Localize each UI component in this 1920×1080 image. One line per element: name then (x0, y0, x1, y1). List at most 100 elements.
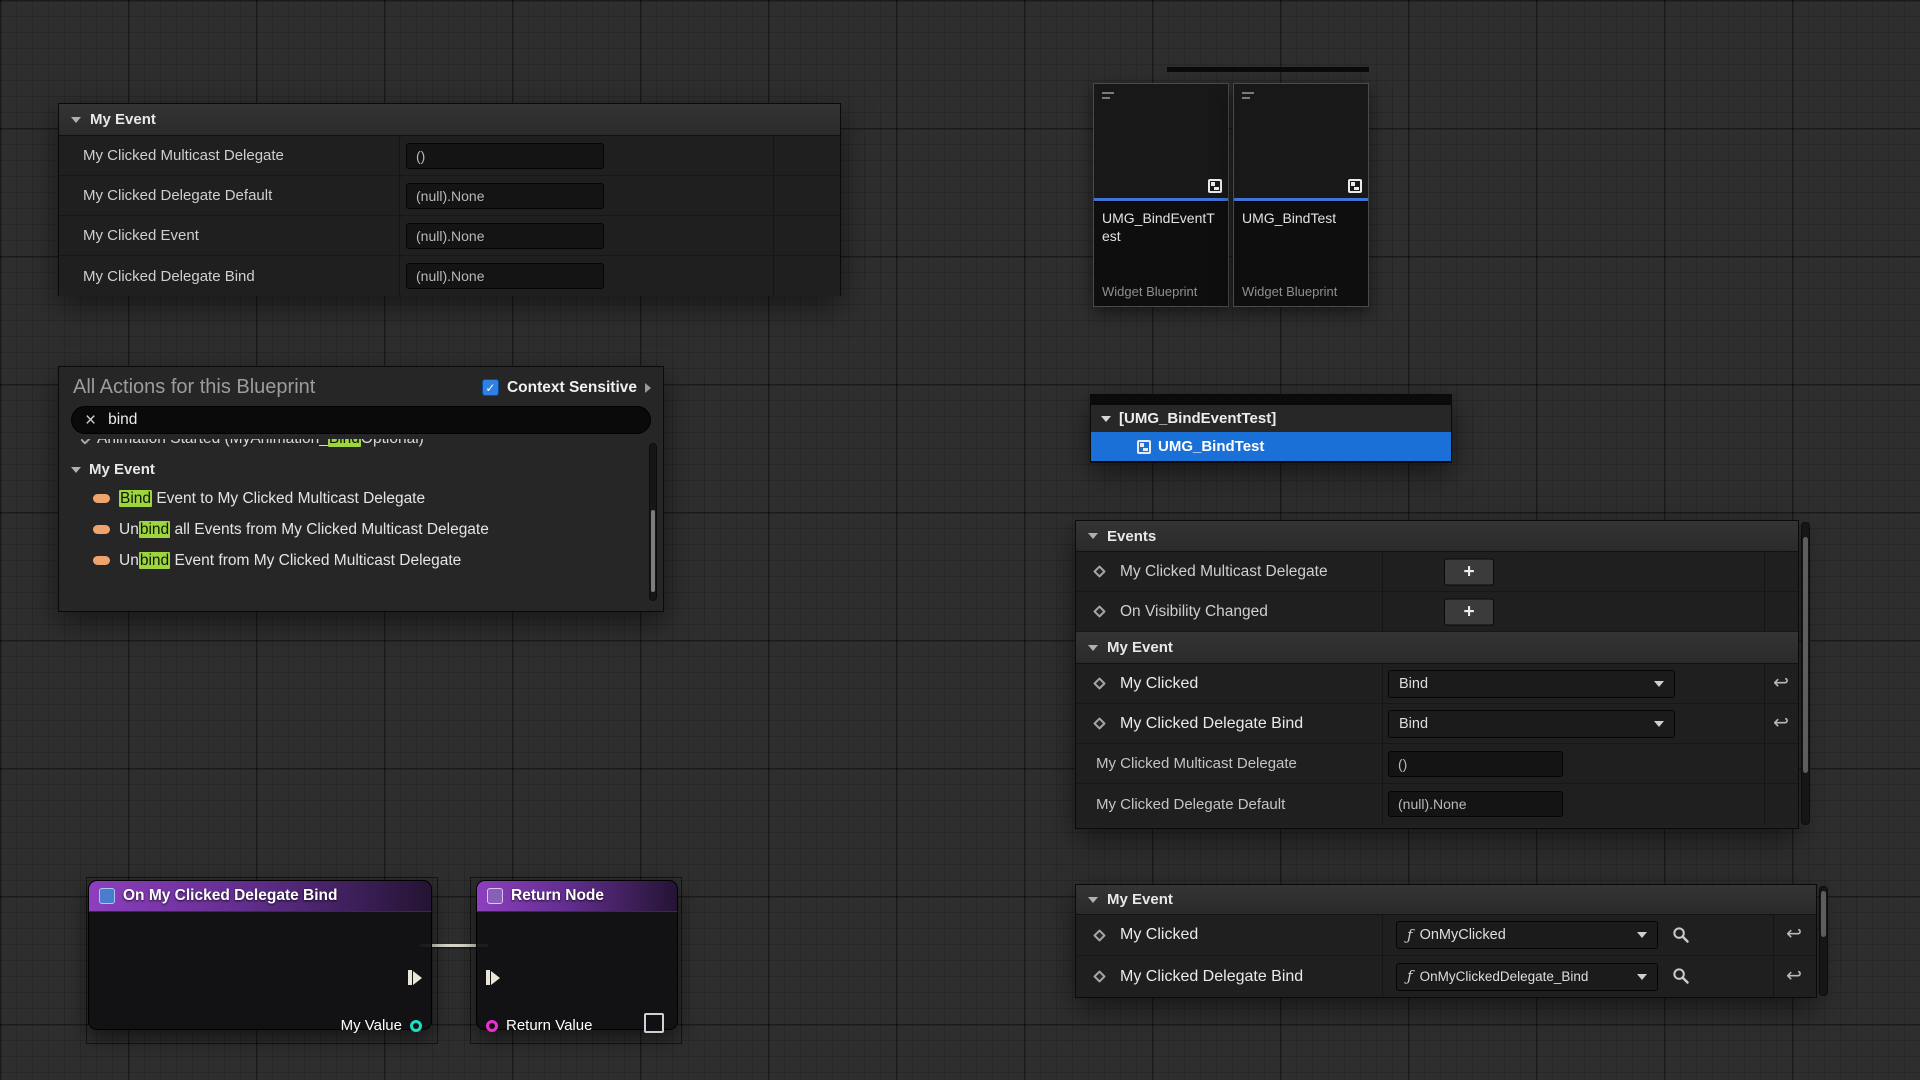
details-panel-bound-functions: My Event My Clicked ƒ OnMyClicked ↩ My C… (1075, 884, 1817, 998)
clipped-list-item[interactable]: Animation Started (MyAnimation_BindOptio… (81, 439, 663, 455)
exec-output-pin[interactable] (408, 970, 422, 985)
value-text: () (1398, 756, 1407, 772)
chevron-down-icon (1654, 681, 1664, 687)
collapse-arrow-icon (71, 467, 81, 473)
column-divider (1382, 664, 1383, 703)
value-input[interactable]: () (406, 143, 604, 169)
asset-name: UMG_BindTest (1234, 202, 1368, 227)
scrollbar[interactable] (1819, 886, 1828, 996)
category-label: My Event (89, 461, 155, 478)
scrollbar-thumb[interactable] (651, 510, 655, 592)
column-divider (1764, 744, 1765, 783)
value-input[interactable]: (null).None (406, 223, 604, 249)
column-divider (1764, 704, 1765, 743)
actions-menu-title: All Actions for this Blueprint (73, 376, 315, 399)
output-pin-my-value[interactable]: My Value (341, 1017, 422, 1034)
column-divider (399, 256, 400, 296)
category-header-my-event[interactable]: My Event (1076, 885, 1816, 915)
value-text: (null).None (416, 268, 484, 284)
property-label: My Clicked Delegate Default (83, 187, 272, 204)
search-icon[interactable] (1672, 926, 1690, 944)
value-input[interactable]: () (1388, 751, 1563, 777)
column-divider (1764, 552, 1765, 591)
column-divider (1382, 552, 1383, 591)
delegate-icon (93, 525, 110, 534)
event-row: On Visibility Changed + (1076, 592, 1798, 632)
check-icon: ✓ (485, 381, 495, 395)
reset-to-default-icon[interactable]: ↩ (1773, 713, 1789, 732)
action-item[interactable]: Bind Event to My Clicked Multicast Deleg… (59, 483, 663, 514)
dropdown-value: Bind (1399, 716, 1428, 732)
widget-hierarchy-panel: [UMG_BindEventTest] UMG_BindTest (1090, 394, 1452, 463)
delegate-icon (93, 494, 110, 503)
scrollbar[interactable] (649, 443, 657, 601)
category-header-events[interactable]: Events (1076, 521, 1798, 552)
node-body: Return Value (476, 911, 678, 1030)
chevron-down-icon (1637, 932, 1647, 938)
actions-list: Animation Started (MyAnimation_BindOptio… (59, 439, 663, 576)
category-label: Events (1107, 528, 1156, 545)
clear-search-icon[interactable]: × (85, 411, 96, 430)
event-row: My Clicked Multicast Delegate + (1076, 552, 1798, 592)
column-divider (1382, 784, 1383, 824)
event-pin-icon (1093, 677, 1106, 690)
hierarchy-root-row[interactable]: [UMG_BindEventTest] (1091, 405, 1451, 432)
node-on-my-clicked-delegate-bind[interactable]: On My Clicked Delegate Bind My Value (88, 880, 432, 1030)
exec-input-pin[interactable] (486, 970, 500, 985)
category-header-my-event[interactable]: My Event (59, 104, 840, 136)
column-divider (1382, 592, 1383, 631)
value-input[interactable]: (null).None (406, 263, 604, 289)
add-event-button[interactable]: + (1444, 598, 1494, 625)
checkbox-checked-icon[interactable]: ✓ (482, 379, 499, 396)
value-input[interactable]: (null).None (1388, 791, 1563, 817)
property-row: My Clicked Delegate Default (null).None (1076, 784, 1798, 824)
collapse-arrow-icon (1088, 533, 1098, 539)
bind-dropdown[interactable]: Bind (1388, 710, 1675, 738)
scrollbar-thumb[interactable] (1803, 537, 1808, 773)
bind-dropdown[interactable]: Bind (1388, 670, 1675, 698)
reset-to-default-icon[interactable]: ↩ (1773, 673, 1789, 692)
actions-category-my-event[interactable]: My Event (59, 455, 663, 483)
search-icon[interactable] (1672, 967, 1690, 985)
reset-to-default-icon[interactable]: ↩ (1786, 966, 1802, 985)
event-label: On Visibility Changed (1120, 603, 1268, 621)
value-text: (null).None (416, 228, 484, 244)
category-header-my-event[interactable]: My Event (1076, 632, 1798, 664)
node-header: Return Node (476, 880, 678, 911)
column-divider (1382, 704, 1383, 743)
bound-function-row: My Clicked ƒ OnMyClicked ↩ (1076, 915, 1816, 956)
input-pin-return-value[interactable]: Return Value (486, 1017, 592, 1034)
pin-label: My Value (341, 1017, 402, 1034)
collapse-arrow-icon (71, 117, 81, 123)
scrollbar-thumb[interactable] (1821, 891, 1826, 937)
search-input[interactable]: × bind (71, 406, 651, 434)
expand-arrow-icon[interactable] (645, 383, 651, 393)
property-label: My Clicked Delegate Bind (1120, 715, 1303, 733)
node-return-node[interactable]: Return Node Return Value (476, 880, 678, 1030)
column-divider (1764, 592, 1765, 631)
asset-type-color-strip (1094, 198, 1228, 201)
action-item[interactable]: Unbind Event from My Clicked Multicast D… (59, 545, 663, 576)
add-event-button[interactable]: + (1444, 558, 1494, 585)
column-divider (1382, 744, 1383, 783)
dropdown-value: OnMyClicked (1420, 927, 1506, 943)
property-row: My Clicked Delegate Bind (null).None (59, 256, 840, 296)
context-sensitive-toggle[interactable]: ✓ Context Sensitive (482, 379, 651, 397)
hierarchy-selected-row[interactable]: UMG_BindTest (1091, 432, 1451, 461)
function-dropdown[interactable]: ƒ OnMyClicked (1396, 921, 1658, 949)
collapse-arrow-icon (1088, 897, 1098, 903)
column-divider (399, 216, 400, 255)
action-item[interactable]: Unbind all Events from My Clicked Multic… (59, 514, 663, 545)
value-input[interactable]: (null).None (406, 183, 604, 209)
function-dropdown[interactable]: ƒ OnMyClickedDelegate_Bind (1396, 963, 1658, 991)
action-text: Unbind Event from My Clicked Multicast D… (119, 552, 461, 570)
node-title: Return Node (511, 887, 604, 905)
asset-card-umg-bindeventtest[interactable]: UMG_BindEventTest Widget Blueprint (1093, 83, 1229, 307)
column-divider (399, 176, 400, 215)
scrollbar[interactable] (1801, 522, 1810, 825)
property-label: My Clicked Delegate Bind (83, 268, 255, 285)
column-divider (1382, 915, 1383, 955)
reset-to-default-icon[interactable]: ↩ (1786, 925, 1802, 944)
asset-card-umg-bindtest[interactable]: UMG_BindTest Widget Blueprint (1233, 83, 1369, 307)
return-value-checkbox[interactable] (644, 1013, 664, 1033)
